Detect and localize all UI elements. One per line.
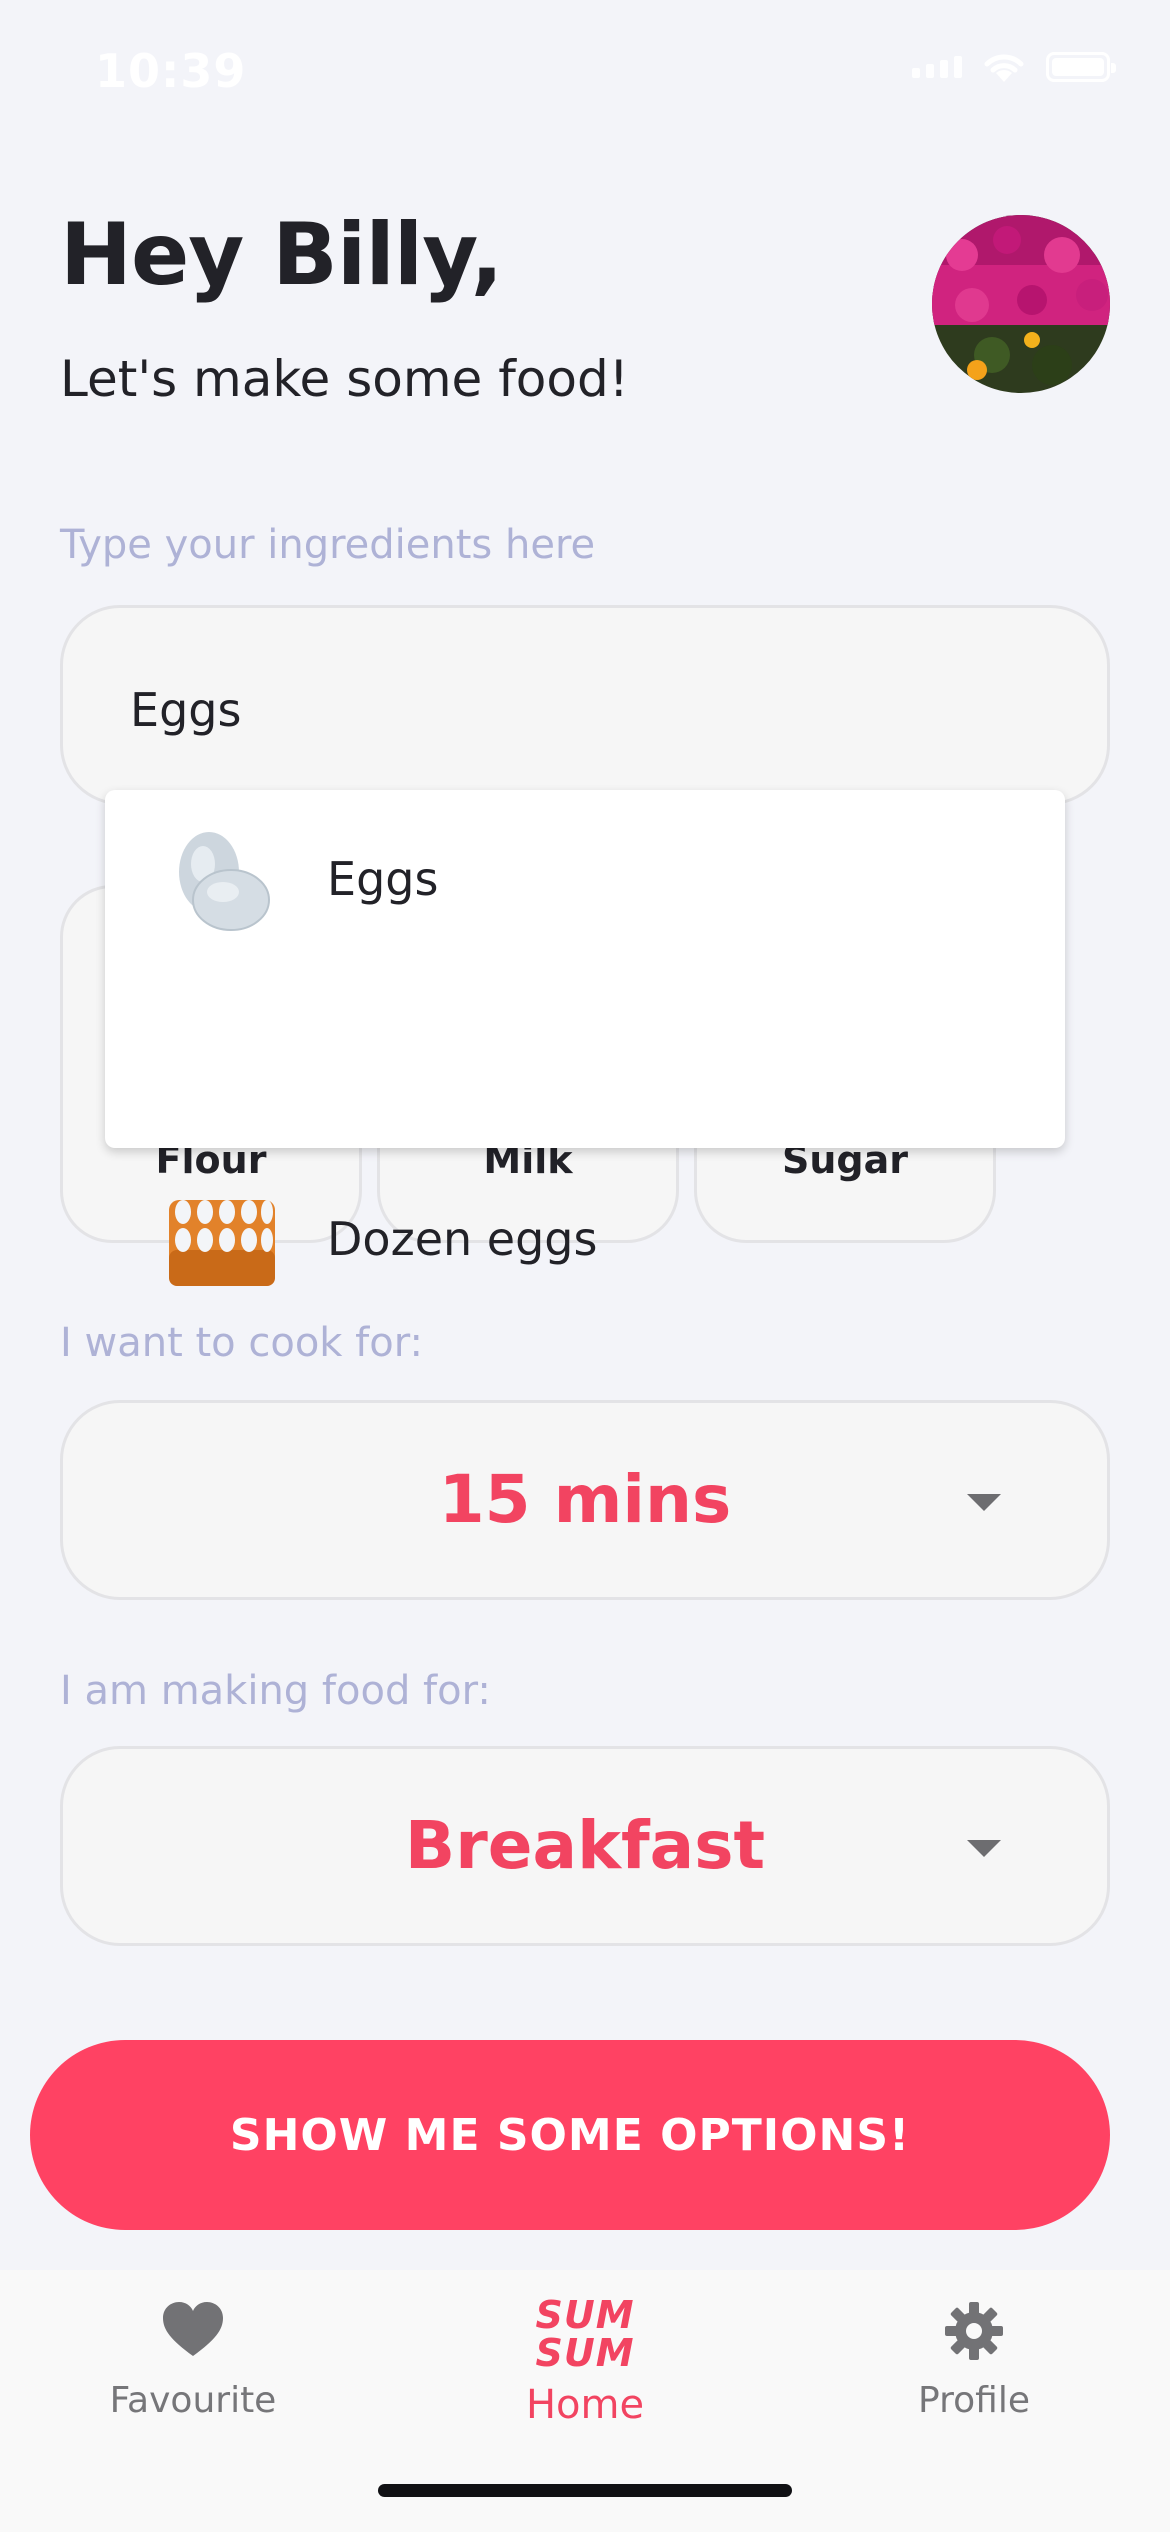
meal-select[interactable]: Breakfast bbox=[60, 1746, 1110, 1946]
ingredient-field[interactable] bbox=[60, 605, 1110, 805]
avatar-image bbox=[932, 215, 1110, 393]
chevron-down-icon bbox=[967, 1494, 1001, 1511]
signal-icon bbox=[912, 56, 962, 78]
cook-time-value: 15 mins bbox=[438, 1461, 732, 1538]
brand-logo-bottom: SUM bbox=[535, 2331, 635, 2375]
gear-icon bbox=[945, 2302, 1003, 2360]
suggestion-dozen-eggs[interactable]: Dozen eggs bbox=[105, 970, 1065, 1286]
greeting-title: Hey Billy, bbox=[60, 205, 503, 305]
suggestion-label: Eggs bbox=[327, 852, 439, 906]
meal-label: I am making food for: bbox=[60, 1668, 491, 1714]
wifi-icon bbox=[984, 54, 1024, 82]
battery-icon bbox=[1046, 52, 1116, 82]
heart-icon bbox=[163, 2302, 223, 2356]
avatar[interactable] bbox=[932, 215, 1110, 393]
chevron-down-icon bbox=[967, 1840, 1001, 1857]
egg-carton-icon bbox=[169, 1200, 275, 1286]
ingredient-input[interactable] bbox=[128, 682, 1032, 738]
cook-time-label: I want to cook for: bbox=[60, 1320, 423, 1366]
status-bar: 10:39 bbox=[0, 0, 1170, 140]
show-options-button[interactable]: SHOW ME SOME OPTIONS! bbox=[30, 2040, 1110, 2230]
tab-profile[interactable]: Profile bbox=[824, 2270, 1124, 2470]
tab-home[interactable]: SUM SUM Home bbox=[435, 2270, 735, 2470]
status-time: 10:39 bbox=[95, 44, 247, 98]
status-icons bbox=[912, 50, 1116, 84]
ingredient-suggestions: Eggs Dozen eggs bbox=[105, 790, 1065, 1286]
brand-logo-top: SUM bbox=[535, 2293, 635, 2337]
suggestion-label: Dozen eggs bbox=[327, 1212, 598, 1266]
eggs-icon bbox=[179, 832, 270, 931]
meal-value: Breakfast bbox=[404, 1807, 766, 1884]
cook-time-select[interactable]: 15 mins bbox=[60, 1400, 1110, 1600]
sumsum-logo: SUM SUM bbox=[535, 2296, 634, 2372]
tab-favourite[interactable]: Favourite bbox=[43, 2270, 343, 2470]
home-indicator bbox=[378, 2484, 792, 2497]
tab-label: Profile bbox=[918, 2380, 1030, 2421]
suggestion-eggs[interactable]: Eggs bbox=[105, 790, 1065, 965]
tab-label: Home bbox=[525, 2382, 645, 2428]
greeting-subtitle: Let's make some food! bbox=[60, 350, 629, 408]
ingredients-label: Type your ingredients here bbox=[60, 522, 596, 568]
tab-label: Favourite bbox=[109, 2380, 277, 2421]
